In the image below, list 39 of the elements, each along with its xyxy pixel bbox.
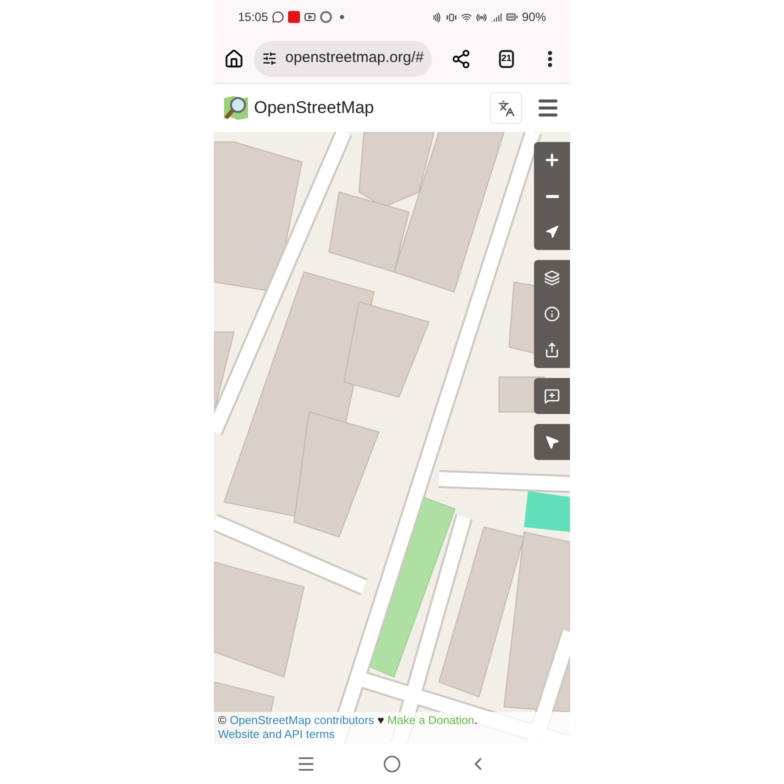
- chat-bubble-icon: [272, 11, 284, 23]
- hotspot-icon: [476, 12, 487, 22]
- site-title[interactable]: OpenStreetMap: [254, 95, 374, 121]
- video-play-icon: [304, 11, 316, 23]
- wifi-icon: [460, 12, 472, 22]
- contributors-link[interactable]: OpenStreetMap contributors: [230, 715, 374, 727]
- location-arrow-icon: [545, 225, 559, 239]
- attribution-text: © OpenStreetMap contributors ♥ Make a Donation. Website and API terms: [218, 714, 479, 742]
- plus-icon: [543, 151, 561, 169]
- news-app-icon: [288, 11, 300, 23]
- map-magnifier-logo-icon: [222, 94, 250, 122]
- query-features-button[interactable]: [534, 424, 570, 460]
- address-bar[interactable]: openstreetmap.org/#: [254, 40, 432, 76]
- add-note-button[interactable]: [534, 378, 570, 414]
- vibrate-icon: [446, 12, 457, 22]
- home-icon: [224, 48, 244, 68]
- clock-time: 15:05: [238, 9, 268, 26]
- minus-icon: [546, 194, 558, 198]
- share-icon: [544, 342, 560, 358]
- url-text: openstreetmap.org/#: [285, 48, 424, 68]
- more-options-icon: [548, 50, 552, 66]
- share-icon: [451, 48, 472, 68]
- language-button[interactable]: [490, 92, 522, 124]
- home-nav-button[interactable]: [382, 755, 401, 773]
- pointer-icon: [544, 434, 560, 450]
- layers-icon: [544, 270, 560, 286]
- terms-link[interactable]: Website and API terms: [218, 729, 335, 741]
- locate-button[interactable]: [534, 214, 570, 250]
- info-icon: [544, 306, 560, 322]
- comment-plus-icon: [544, 388, 560, 404]
- battery-percent: 90%: [522, 9, 546, 26]
- site-settings-icon: [262, 51, 278, 66]
- battery-icon: [506, 11, 518, 23]
- tab-count-button[interactable]: 21: [499, 50, 514, 68]
- circle-icon: [382, 755, 401, 773]
- zoom-in-button[interactable]: [534, 142, 570, 178]
- share-map-button[interactable]: [534, 332, 570, 368]
- layers-button[interactable]: [534, 260, 570, 296]
- translate-icon: [498, 100, 514, 116]
